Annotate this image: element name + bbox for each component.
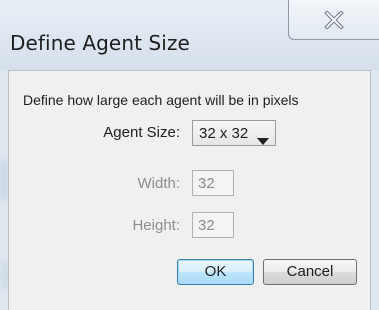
chevron-down-icon: [257, 130, 269, 149]
close-button[interactable]: [288, 0, 379, 40]
title-bar[interactable]: Define Agent Size: [0, 0, 379, 70]
dialog-description: Define how large each agent will be in p…: [23, 92, 299, 108]
width-label: Width:: [137, 175, 180, 192]
height-label: Height:: [132, 217, 180, 234]
agent-size-selected-value: 32 x 32: [199, 125, 249, 142]
ok-button[interactable]: OK: [177, 259, 254, 285]
width-value: 32: [198, 175, 215, 192]
agent-size-label: Agent Size:: [103, 124, 180, 141]
height-value: 32: [198, 217, 215, 234]
agent-size-dropdown[interactable]: 32 x 32: [192, 120, 276, 146]
width-field[interactable]: 32: [192, 170, 234, 196]
window-title: Define Agent Size: [10, 31, 190, 55]
cancel-button[interactable]: Cancel: [263, 259, 357, 285]
height-field[interactable]: 32: [192, 212, 234, 238]
dialog-window: Define Agent Size Define how large each …: [0, 0, 379, 310]
close-icon: [324, 10, 344, 29]
background-app-fragment: [0, 160, 8, 200]
